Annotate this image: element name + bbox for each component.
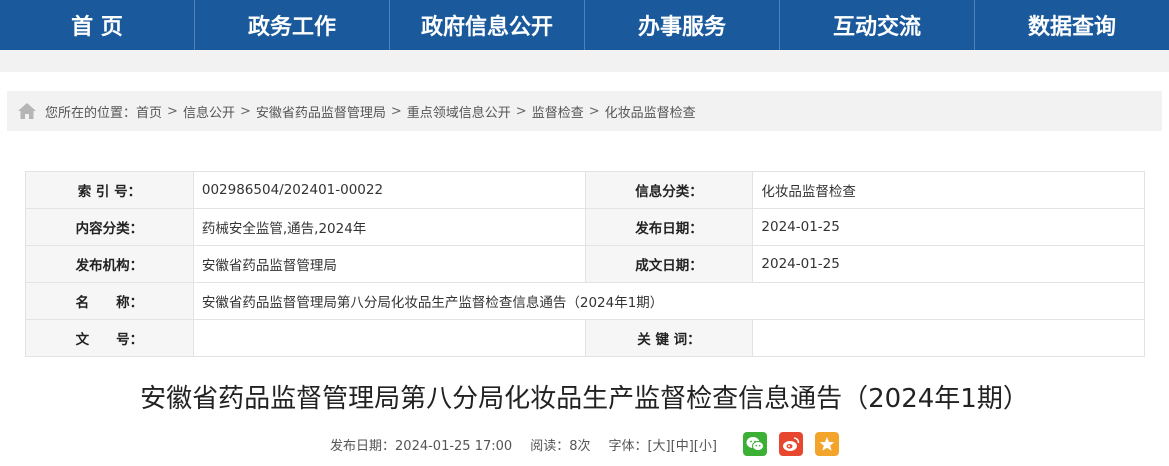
breadcrumb-prefix: 您所在的位置： xyxy=(45,105,137,121)
publisher-label: 发布机构： xyxy=(25,245,194,283)
breadcrumb-separator: > xyxy=(588,103,600,119)
font-medium-button[interactable]: [中] xyxy=(671,435,694,454)
star-icon xyxy=(819,437,835,451)
table-row: 索 引 号： 002986504/202401-00022 信息分类： 化妆品监… xyxy=(25,171,1145,209)
publish-date-label: 发布日期： xyxy=(584,208,754,246)
doc-number-label: 文 号： xyxy=(25,319,194,357)
index-number-label: 索 引 号： xyxy=(25,171,194,209)
written-date-value: 2024-01-25 xyxy=(752,245,1145,283)
doc-name-value: 安徽省药品监督管理局第八分局化妆品生产监督检查信息通告（2024年1期） xyxy=(192,282,1146,320)
breadcrumb-info-disclosure[interactable]: 信息公开 xyxy=(183,102,235,121)
doc-name-label: 名 称： xyxy=(25,282,194,320)
publish-datetime: 发布日期：2024-01-25 17:00 xyxy=(330,438,513,454)
info-category-label: 信息分类： xyxy=(584,171,754,209)
breadcrumb-cosmetics[interactable]: 化妆品监督检查 xyxy=(605,102,696,121)
article-title: 安徽省药品监督管理局第八分局化妆品生产监督检查信息通告（2024年1期） xyxy=(140,384,1029,414)
publisher-value: 安徽省药品监督管理局 xyxy=(192,245,586,283)
breadcrumb-separator: > xyxy=(390,103,402,119)
weibo-icon xyxy=(782,437,800,451)
content-category-label: 内容分类： xyxy=(25,208,194,246)
breadcrumb-separator: > xyxy=(515,103,527,119)
content-category-value: 药械安全监管,通告,2024年 xyxy=(192,208,586,246)
wechat-icon xyxy=(746,437,764,452)
table-row: 发布机构： 安徽省药品监督管理局 成文日期： 2024-01-25 xyxy=(25,245,1145,283)
font-small-button[interactable]: [小] xyxy=(694,435,717,454)
favorite-share-button[interactable] xyxy=(814,432,839,456)
breadcrumb-key-areas[interactable]: 重点领域信息公开 xyxy=(407,102,511,121)
breadcrumb-bureau[interactable]: 安徽省药品监督管理局 xyxy=(256,102,386,121)
publish-date-value: 2024-01-25 xyxy=(752,208,1145,246)
written-date-label: 成文日期： xyxy=(584,245,754,283)
keywords-value xyxy=(752,319,1145,357)
table-row: 名 称： 安徽省药品监督管理局第八分局化妆品生产监督检查信息通告（2024年1期… xyxy=(25,282,1146,320)
article-info-line: 发布日期：2024-01-25 17:00 阅读：8次 字体： [大] [中] … xyxy=(0,430,1169,458)
top-navigation: 首 页 政务工作 政府信息公开 办事服务 互动交流 数据查询 xyxy=(0,0,1169,50)
nav-home[interactable]: 首 页 xyxy=(0,0,195,50)
home-icon xyxy=(18,103,36,119)
nav-services[interactable]: 办事服务 xyxy=(585,0,780,50)
breadcrumb-home[interactable]: 首页 xyxy=(136,102,162,121)
breadcrumb-separator: > xyxy=(239,103,251,119)
breadcrumb-separator: > xyxy=(167,103,178,119)
doc-number-value xyxy=(192,319,586,357)
nav-interaction[interactable]: 互动交流 xyxy=(780,0,975,50)
wechat-share-button[interactable] xyxy=(742,432,767,456)
font-size-label: 字体： xyxy=(608,438,648,454)
font-large-button[interactable]: [大] xyxy=(647,435,670,454)
keywords-label: 关 键 词： xyxy=(584,319,754,357)
read-count: 阅读：8次 xyxy=(530,438,591,454)
table-row: 文 号： 关 键 词： xyxy=(25,319,1145,357)
nav-info-disclosure[interactable]: 政府信息公开 xyxy=(390,0,585,50)
weibo-share-button[interactable] xyxy=(778,432,803,456)
nav-data-query[interactable]: 数据查询 xyxy=(975,0,1169,50)
nav-government-work[interactable]: 政务工作 xyxy=(195,0,390,50)
table-row: 内容分类： 药械安全监管,通告,2024年 发布日期： 2024-01-25 xyxy=(25,208,1145,246)
breadcrumb: 您所在的位置： 首页 > 信息公开 > 安徽省药品监督管理局 > 重点领域信息公… xyxy=(7,91,1162,131)
document-metadata-table: 索 引 号： 002986504/202401-00022 信息分类： 化妆品监… xyxy=(25,171,1146,357)
breadcrumb-supervision[interactable]: 监督检查 xyxy=(532,102,584,121)
index-number-value: 002986504/202401-00022 xyxy=(192,171,586,209)
header-band xyxy=(0,50,1169,72)
info-category-value: 化妆品监督检查 xyxy=(752,171,1145,209)
